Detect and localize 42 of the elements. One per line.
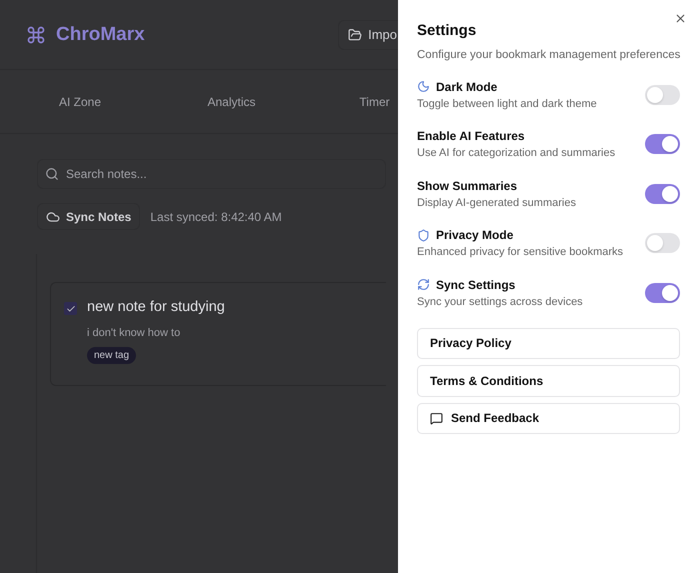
import-button[interactable]: Impo (338, 20, 398, 50)
moon-icon (417, 80, 430, 94)
toggle-switch[interactable] (645, 84, 680, 105)
tab[interactable]: Analytics (160, 94, 303, 108)
setting-label: Enable AI Features (417, 129, 525, 144)
note-checkbox[interactable] (64, 302, 77, 315)
command-icon (26, 24, 46, 44)
settings-link-button[interactable]: Privacy Policy (417, 328, 680, 359)
note-title: new note for studying (87, 299, 225, 315)
tab[interactable]: AI Zone (0, 94, 160, 108)
close-button[interactable] (674, 12, 688, 25)
search-icon (45, 167, 59, 181)
setting-description: Display AI-generated summaries (417, 196, 576, 209)
check-icon (66, 304, 76, 314)
setting-label: Dark Mode (436, 80, 498, 94)
toggle-switch[interactable] (645, 134, 680, 154)
setting-description: Toggle between light and dark theme (417, 98, 597, 110)
note-tag: new tag (87, 347, 136, 364)
cloud-icon (46, 210, 60, 224)
last-synced-text: Last synced: 8:42:40 AM (150, 210, 282, 224)
setting-label: Show Summaries (417, 178, 518, 193)
toggle-switch[interactable] (645, 184, 680, 204)
toggle-switch[interactable] (645, 233, 680, 254)
settings-link-button[interactable]: Terms & Conditions (417, 365, 680, 396)
setting-label: Sync Settings (436, 278, 516, 292)
settings-title: Settings (417, 22, 478, 39)
refresh-icon (417, 278, 430, 292)
shield-icon (417, 228, 430, 242)
folder-icon (348, 28, 362, 42)
sync-notes-button[interactable]: Sync Notes (37, 203, 140, 230)
setting-description: Enhanced privacy for sensitive bookmarks (417, 246, 624, 258)
setting-description: Sync your settings across devices (417, 296, 583, 308)
app-logo: ChroMarx (56, 24, 145, 46)
setting-description: Use AI for categorization and summaries (417, 147, 616, 160)
message-icon (430, 412, 443, 425)
tab[interactable]: Timer (303, 94, 398, 108)
note-body: i don't know how to (87, 327, 180, 339)
settings-link-button[interactable]: Send Feedback (417, 402, 680, 434)
search-field[interactable]: Search notes... (37, 159, 386, 189)
settings-subtitle: Configure your bookmark management preferences (417, 49, 680, 61)
toggle-switch[interactable] (645, 282, 680, 303)
setting-label: Privacy Mode (436, 228, 514, 242)
